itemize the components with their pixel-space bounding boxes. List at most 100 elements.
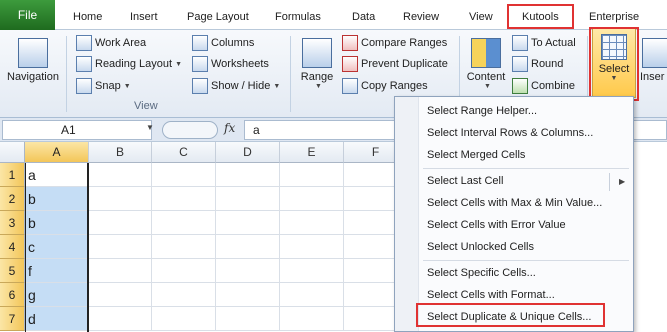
work-area-icon bbox=[76, 35, 92, 51]
cell-b5[interactable] bbox=[89, 259, 152, 283]
chevron-down-icon: ▼ bbox=[175, 60, 182, 68]
prevent-duplicate-label: Prevent Duplicate bbox=[361, 58, 448, 70]
cell-e2[interactable] bbox=[280, 187, 344, 211]
cell-b7[interactable] bbox=[89, 307, 152, 331]
cell-d7[interactable] bbox=[216, 307, 280, 331]
select-all-corner[interactable] bbox=[0, 142, 25, 163]
row-header-3[interactable]: 3 bbox=[0, 211, 25, 235]
compare-ranges-button[interactable]: Compare Ranges bbox=[342, 35, 447, 51]
cell-d3[interactable] bbox=[216, 211, 280, 235]
reading-layout-icon bbox=[76, 56, 92, 72]
tab-insert[interactable]: Insert bbox=[130, 6, 158, 28]
row-header-7[interactable]: 7 bbox=[0, 307, 25, 331]
range-button[interactable]: Range ▼ bbox=[297, 38, 337, 90]
menu-item-select-last-cell[interactable]: Select Last Cell bbox=[427, 175, 503, 187]
cell-c4[interactable] bbox=[152, 235, 216, 259]
cell-c3[interactable] bbox=[152, 211, 216, 235]
cell-e1[interactable] bbox=[280, 163, 344, 187]
fx-icon[interactable]: fx bbox=[224, 121, 235, 135]
reading-layout-label: Reading Layout bbox=[95, 58, 173, 70]
column-header-c[interactable]: C bbox=[152, 142, 216, 163]
tab-enterprise[interactable]: Enterprise bbox=[589, 6, 639, 28]
snap-button[interactable]: Snap ▼ bbox=[76, 78, 131, 94]
menu-separator bbox=[423, 260, 629, 261]
cell-c7[interactable] bbox=[152, 307, 216, 331]
tab-view[interactable]: View bbox=[469, 6, 493, 28]
show-hide-button[interactable]: Show / Hide ▼ bbox=[192, 78, 280, 94]
select-highlight-box bbox=[589, 27, 639, 101]
cell-c1[interactable] bbox=[152, 163, 216, 187]
prevent-duplicate-button[interactable]: Prevent Duplicate bbox=[342, 56, 448, 72]
cell-c6[interactable] bbox=[152, 283, 216, 307]
column-header-a[interactable]: A bbox=[25, 142, 89, 163]
row-header-6[interactable]: 6 bbox=[0, 283, 25, 307]
tab-file[interactable]: File bbox=[0, 0, 55, 30]
row-header-4[interactable]: 4 bbox=[0, 235, 25, 259]
cell-e3[interactable] bbox=[280, 211, 344, 235]
row-header-2[interactable]: 2 bbox=[0, 187, 25, 211]
work-area-label: Work Area bbox=[95, 37, 147, 49]
to-actual-button[interactable]: To Actual bbox=[512, 35, 576, 51]
menu-item-select-max-min[interactable]: Select Cells with Max & Min Value... bbox=[427, 197, 602, 209]
navigation-button[interactable]: Navigation bbox=[4, 38, 62, 83]
combine-button[interactable]: Combine bbox=[512, 78, 575, 94]
insert-button[interactable]: Inser bbox=[640, 38, 667, 83]
tab-formulas[interactable]: Formulas bbox=[275, 6, 321, 28]
cell-e5[interactable] bbox=[280, 259, 344, 283]
cell-c2[interactable] bbox=[152, 187, 216, 211]
copy-ranges-button[interactable]: Copy Ranges bbox=[342, 78, 428, 94]
cell-e6[interactable] bbox=[280, 283, 344, 307]
cell-d6[interactable] bbox=[216, 283, 280, 307]
tab-data[interactable]: Data bbox=[352, 6, 375, 28]
to-actual-icon bbox=[512, 35, 528, 51]
compare-ranges-label: Compare Ranges bbox=[361, 37, 448, 49]
cell-b4[interactable] bbox=[89, 235, 152, 259]
round-button[interactable]: Round bbox=[512, 56, 563, 72]
row-header-1[interactable]: 1 bbox=[0, 163, 25, 187]
cell-c5[interactable] bbox=[152, 259, 216, 283]
cell-b2[interactable] bbox=[89, 187, 152, 211]
menu-item-select-error-value[interactable]: Select Cells with Error Value bbox=[427, 219, 566, 231]
tab-page-layout[interactable]: Page Layout bbox=[187, 6, 249, 28]
cell-d5[interactable] bbox=[216, 259, 280, 283]
range-label: Range bbox=[300, 71, 334, 83]
cell-e4[interactable] bbox=[280, 235, 344, 259]
navigation-label: Navigation bbox=[7, 71, 59, 83]
menu-item-select-with-format[interactable]: Select Cells with Format... bbox=[427, 289, 555, 301]
cell-b6[interactable] bbox=[89, 283, 152, 307]
cell-b1[interactable] bbox=[89, 163, 152, 187]
work-area-button[interactable]: Work Area bbox=[76, 35, 146, 51]
column-header-e[interactable]: E bbox=[280, 142, 344, 163]
menu-item-select-merged-cells[interactable]: Select Merged Cells bbox=[427, 149, 525, 161]
show-hide-label: Show / Hide bbox=[211, 80, 271, 92]
content-button[interactable]: Content ▼ bbox=[464, 38, 508, 90]
columns-icon bbox=[192, 35, 208, 51]
menu-item-select-unlocked[interactable]: Select Unlocked Cells bbox=[427, 241, 534, 253]
menu-item-select-range-helper[interactable]: Select Range Helper... bbox=[427, 105, 537, 117]
cell-d1[interactable] bbox=[216, 163, 280, 187]
row-header-5[interactable]: 5 bbox=[0, 259, 25, 283]
menu-item-select-specific[interactable]: Select Specific Cells... bbox=[427, 267, 536, 279]
name-box[interactable]: A1 bbox=[2, 120, 152, 140]
reading-layout-button[interactable]: Reading Layout ▼ bbox=[76, 56, 182, 72]
menu-item-select-interval-rows-columns[interactable]: Select Interval Rows & Columns... bbox=[427, 127, 593, 139]
compare-ranges-icon bbox=[342, 35, 358, 51]
range-icon bbox=[302, 38, 332, 68]
cell-d4[interactable] bbox=[216, 235, 280, 259]
worksheets-label: Worksheets bbox=[211, 58, 269, 70]
worksheets-button[interactable]: Worksheets bbox=[192, 56, 269, 72]
cell-b3[interactable] bbox=[89, 211, 152, 235]
columns-button[interactable]: Columns bbox=[192, 35, 254, 51]
tab-review[interactable]: Review bbox=[403, 6, 439, 28]
tab-home[interactable]: Home bbox=[73, 6, 102, 28]
chevron-down-icon: ▼ bbox=[123, 82, 131, 90]
cell-d2[interactable] bbox=[216, 187, 280, 211]
copy-ranges-label: Copy Ranges bbox=[361, 80, 428, 92]
cell-e7[interactable] bbox=[280, 307, 344, 331]
combine-label: Combine bbox=[531, 80, 576, 92]
column-header-d[interactable]: D bbox=[216, 142, 280, 163]
chevron-down-icon[interactable]: ▼ bbox=[146, 123, 154, 132]
column-header-b[interactable]: B bbox=[89, 142, 152, 163]
formula-bar-expander[interactable] bbox=[162, 121, 218, 139]
duplicate-unique-highlight-box bbox=[416, 303, 605, 327]
